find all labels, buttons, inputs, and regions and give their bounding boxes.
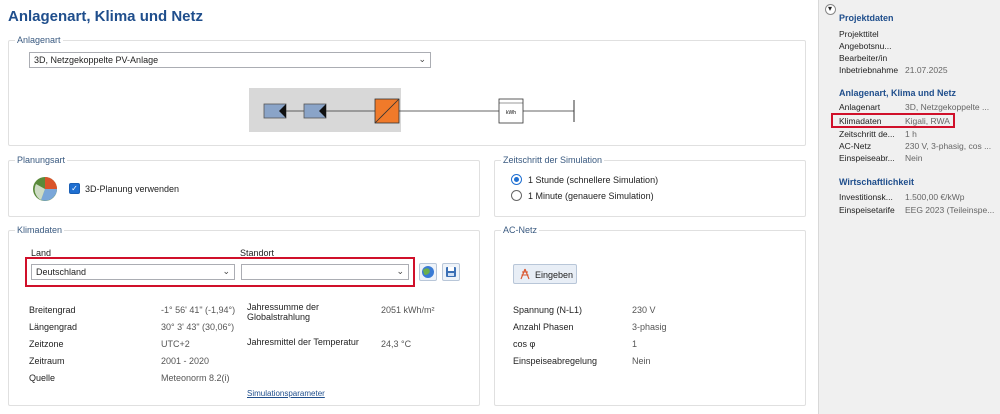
simulationsparameter-link[interactable]: Simulationsparameter bbox=[247, 389, 325, 398]
sidebar-section-anlagenart[interactable]: Anlagenart, Klima und Netz bbox=[839, 88, 956, 98]
radio-1-stunde-label: 1 Stunde (schnellere Simulation) bbox=[528, 175, 659, 185]
page-title: Anlagenart, Klima und Netz bbox=[8, 8, 204, 25]
acnetz-panel: AC-Netz Eingeben Spannung (N-L1) 230 V A… bbox=[494, 225, 806, 406]
sidebar-label: Zeitschritt de... bbox=[839, 129, 895, 139]
sidebar-value: 1 h bbox=[905, 129, 917, 139]
zeitraum-label: Zeitraum bbox=[29, 356, 65, 366]
jahresmittel-value: 24,3 °C bbox=[381, 339, 412, 349]
quelle-label: Quelle bbox=[29, 373, 56, 383]
eingeben-button-label: Eingeben bbox=[535, 270, 574, 280]
sidebar-label: Investitionsk... bbox=[839, 192, 893, 202]
3d-planning-checkbox[interactable]: ✓ bbox=[69, 183, 80, 194]
anlagenart-select[interactable]: 3D, Netzgekoppelte PV-Anlage ⌄ bbox=[29, 52, 431, 68]
sidebar-value: 21.07.2025 bbox=[905, 65, 948, 75]
laengengrad-label: Längengrad bbox=[29, 322, 78, 332]
sidebar-value: 1.500,00 €/kWp bbox=[905, 192, 965, 202]
zeitzone-label: Zeitzone bbox=[29, 339, 64, 349]
sidebar-label: Inbetriebnahme bbox=[839, 65, 899, 75]
zeitzone-value: UTC+2 bbox=[161, 339, 190, 349]
save-button[interactable] bbox=[442, 263, 460, 281]
anzahl-phasen-value: 3-phasig bbox=[632, 322, 667, 332]
jahresmittel-label: Jahresmittel der Temperatur bbox=[247, 337, 359, 347]
collapse-button[interactable]: ▾ bbox=[825, 4, 836, 15]
main-content: Anlagenart, Klima und Netz Anlagenart 3D… bbox=[0, 0, 818, 414]
breitengrad-value: -1° 56' 41" (-1,94°) bbox=[161, 305, 236, 315]
grid-pylon-icon bbox=[520, 268, 530, 280]
meter-label: kWh bbox=[506, 110, 516, 116]
sidebar-label: Projekttitel bbox=[839, 29, 879, 39]
sidebar-label: AC-Netz bbox=[839, 141, 872, 151]
klimadaten-panel: Klimadaten Land Standort Deutschland ⌄ ⌄… bbox=[8, 225, 480, 406]
sidebar-value: 230 V, 3-phasig, cos ... bbox=[905, 141, 992, 151]
eingeben-button[interactable]: Eingeben bbox=[513, 264, 577, 284]
chevron-down-icon: ▾ bbox=[828, 4, 833, 13]
3d-planning-icon bbox=[33, 177, 57, 201]
planungsart-title: Planungsart bbox=[15, 155, 68, 165]
radio-1-minute[interactable] bbox=[511, 190, 522, 201]
anlagenart-select-value: 3D, Netzgekoppelte PV-Anlage bbox=[34, 55, 159, 65]
spannung-label: Spannung (N-L1) bbox=[513, 305, 583, 315]
sidebar-label: Bearbeiter/in bbox=[839, 53, 888, 63]
3d-planning-label: 3D-Planung verwenden bbox=[85, 184, 180, 194]
einspeiseabregelung-value: Nein bbox=[632, 356, 651, 366]
sidebar-section-wirtschaftlichkeit[interactable]: Wirtschaftlichkeit bbox=[839, 177, 914, 187]
cos-phi-label: cos φ bbox=[513, 339, 536, 349]
sidebar-value: 3D, Netzgekoppelte ... bbox=[905, 102, 990, 112]
quelle-value: Meteonorm 8.2(i) bbox=[161, 373, 230, 383]
anlagenart-panel: Anlagenart 3D, Netzgekoppelte PV-Anlage … bbox=[8, 35, 806, 146]
project-summary-sidebar: ▾ Projektdaten Projekttitel Angebotsnu..… bbox=[818, 0, 1000, 414]
einspeiseabregelung-label: Einspeiseabregelung bbox=[513, 356, 598, 366]
acnetz-title: AC-Netz bbox=[501, 225, 540, 235]
save-icon bbox=[446, 267, 456, 277]
sidebar-label: Angebotsnu... bbox=[839, 41, 892, 51]
highlight-land-standort bbox=[25, 257, 415, 287]
highlight-klimadaten bbox=[831, 113, 955, 128]
system-diagram: kWh bbox=[249, 88, 575, 132]
sidebar-value: Nein bbox=[905, 153, 923, 163]
klimadaten-title: Klimadaten bbox=[15, 225, 65, 235]
breitengrad-label: Breitengrad bbox=[29, 305, 76, 315]
cos-phi-value: 1 bbox=[632, 339, 638, 349]
planungsart-panel: Planungsart ✓ 3D-Planung verwenden bbox=[8, 155, 480, 217]
spannung-value: 230 V bbox=[632, 305, 656, 315]
sidebar-section-projektdaten[interactable]: Projektdaten bbox=[839, 13, 894, 23]
globe-icon bbox=[422, 266, 434, 278]
radio-1-stunde[interactable] bbox=[511, 174, 522, 185]
anlagenart-title: Anlagenart bbox=[15, 35, 63, 45]
sidebar-value: EEG 2023 (Teileinspe... bbox=[905, 205, 995, 215]
chevron-down-icon: ⌄ bbox=[418, 54, 426, 64]
zeitraum-value: 2001 - 2020 bbox=[161, 356, 210, 366]
jahressumme-value: 2051 kWh/m² bbox=[381, 305, 435, 315]
laengengrad-value: 30° 3' 43" (30,06°) bbox=[161, 322, 235, 332]
sidebar-label: Einspeisetarife bbox=[839, 205, 895, 215]
globe-button[interactable] bbox=[419, 263, 437, 281]
zeitschritt-title: Zeitschritt der Simulation bbox=[501, 155, 605, 165]
jahressumme-label-1: Jahressumme der bbox=[247, 302, 320, 312]
jahressumme-label-2: Globalstrahlung bbox=[247, 312, 311, 322]
sidebar-label: Anlagenart bbox=[839, 102, 881, 112]
anzahl-phasen-label: Anzahl Phasen bbox=[513, 322, 574, 332]
radio-1-minute-label: 1 Minute (genauere Simulation) bbox=[528, 191, 654, 201]
zeitschritt-panel: Zeitschritt der Simulation 1 Stunde (sch… bbox=[494, 155, 806, 217]
sidebar-label: Einspeiseabr... bbox=[839, 153, 895, 163]
